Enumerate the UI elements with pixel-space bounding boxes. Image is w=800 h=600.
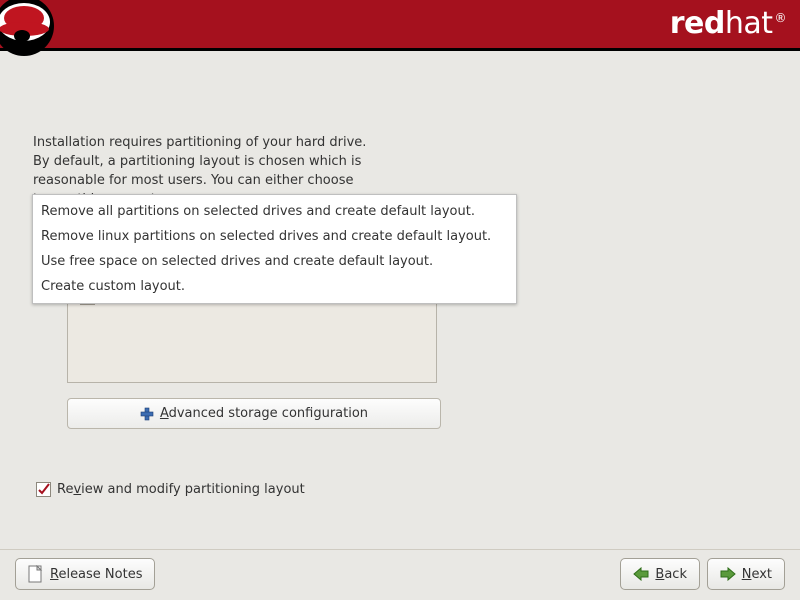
footer: Release Notes Back Next — [0, 549, 800, 600]
advanced-storage-button[interactable]: Advanced storage configuration — [67, 398, 441, 429]
back-button[interactable]: Back — [620, 558, 700, 590]
arrow-left-icon — [633, 567, 649, 581]
brand-light: hat — [725, 6, 773, 41]
review-checkbox-row[interactable]: Review and modify partitioning layout — [36, 482, 305, 497]
option-remove-linux[interactable]: Remove linux partitions on selected driv… — [35, 224, 514, 249]
review-label: Review and modify partitioning layout — [57, 482, 305, 497]
check-icon — [37, 483, 50, 496]
option-free-space[interactable]: Use free space on selected drives and cr… — [35, 249, 514, 274]
arrow-right-icon — [720, 567, 736, 581]
partition-scheme-dropdown[interactable]: Remove all partitions on selected drives… — [32, 194, 517, 304]
redhat-fedora-logo — [0, 0, 62, 64]
review-checkbox[interactable] — [36, 482, 51, 497]
advanced-storage-label: Advanced storage configuration — [160, 406, 368, 421]
option-custom[interactable]: Create custom layout. — [35, 274, 514, 299]
intro-line: Installation requires partitioning of yo… — [33, 134, 780, 153]
plus-icon — [140, 407, 154, 421]
header-bar: redhat® — [0, 0, 800, 51]
brand-registered: ® — [775, 11, 787, 25]
release-notes-button[interactable]: Release Notes — [15, 558, 155, 590]
option-remove-all[interactable]: Remove all partitions on selected drives… — [35, 199, 514, 224]
release-notes-label: Release Notes — [50, 567, 142, 582]
intro-line: reasonable for most users. You can eithe… — [33, 172, 780, 191]
brand-bold: red — [670, 6, 725, 41]
next-button[interactable]: Next — [707, 558, 785, 590]
document-icon — [28, 565, 44, 583]
next-label: Next — [742, 567, 772, 582]
brand-text: redhat® — [670, 6, 786, 41]
intro-line: By default, a partitioning layout is cho… — [33, 153, 780, 172]
back-label: Back — [655, 567, 687, 582]
